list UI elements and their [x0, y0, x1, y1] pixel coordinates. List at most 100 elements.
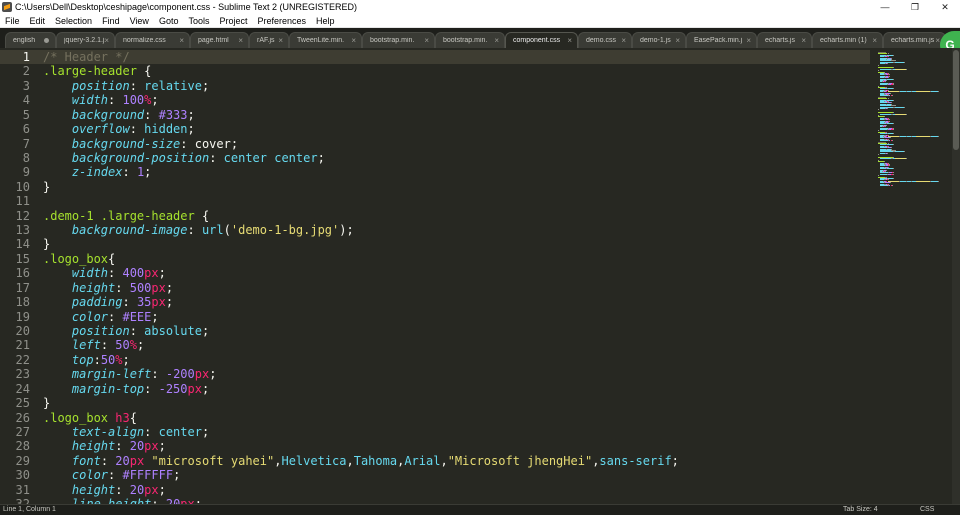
code-line[interactable]: background: #333;	[43, 108, 195, 122]
code-token: ;	[173, 468, 181, 483]
minimap-mark	[894, 151, 904, 153]
window-controls: — ❐ ✕	[870, 0, 960, 14]
vertical-scrollbar[interactable]	[952, 48, 960, 504]
code-line[interactable]: left: 50%;	[43, 338, 144, 352]
tab-1[interactable]: jquery-3.2.1.js ×	[56, 32, 115, 48]
tab-close-icon[interactable]: ×	[104, 36, 109, 45]
menu-item-edit[interactable]: Edit	[25, 16, 51, 26]
menu-item-project[interactable]: Project	[214, 16, 252, 26]
unsaved-dot-icon[interactable]	[44, 38, 49, 43]
code-token: position	[71, 323, 130, 338]
tab-7[interactable]: bootstrap.min. ×	[435, 32, 505, 48]
tab-5[interactable]: TweenLite.min. ×	[289, 32, 362, 48]
menu-item-goto[interactable]: Goto	[154, 16, 184, 26]
code-line[interactable]: margin-left: -200px;	[43, 367, 217, 381]
code-editor[interactable]: 1 2 3 4 5 6 7 8 9 10 11 12 13 14 15 16 17 18 19 20 21 22 23 24 2…	[0, 48, 960, 504]
menu-item-preferences[interactable]: Preferences	[252, 16, 311, 26]
code-token: ;	[187, 107, 195, 122]
menu-item-help[interactable]: Help	[311, 16, 340, 26]
minimap[interactable]	[876, 48, 952, 188]
code-line[interactable]: height: 20px;	[43, 439, 166, 453]
scrollbar-thumb[interactable]	[953, 50, 959, 150]
tab-9[interactable]: demo.css ×	[578, 32, 632, 48]
menu-item-tools[interactable]: Tools	[183, 16, 214, 26]
code-line[interactable]: z-index: 1;	[43, 165, 152, 179]
minimap-mark	[893, 172, 894, 174]
tab-4[interactable]: rAF.js ×	[249, 32, 289, 48]
code-line[interactable]: font: 20px "microsoft yahei",Helvetica,T…	[43, 454, 679, 468]
tab-close-icon[interactable]: ×	[494, 36, 499, 45]
tab-close-icon[interactable]: ×	[801, 36, 806, 45]
code-line[interactable]: top:50%;	[43, 353, 130, 367]
menu-item-view[interactable]: View	[125, 16, 154, 26]
code-line[interactable]: .logo_box h3{	[43, 411, 137, 425]
code-line[interactable]: background-position: center center;	[43, 151, 325, 165]
code-line[interactable]: height: 500px;	[43, 281, 173, 295]
code-line[interactable]: line-height: 20px;	[43, 497, 202, 504]
tab-close-icon[interactable]: ×	[675, 36, 680, 45]
code-line[interactable]: padding: 35px;	[43, 295, 173, 309]
tab-2[interactable]: normalize.css ×	[115, 32, 190, 48]
code-token: :	[100, 453, 116, 468]
tab-close-icon[interactable]: ×	[278, 36, 283, 45]
maximize-icon[interactable]: ❐	[900, 0, 930, 14]
line-number: 1	[22, 50, 30, 64]
tab-close-icon[interactable]: ×	[621, 36, 626, 45]
minimap-mark	[892, 99, 894, 101]
code-line[interactable]: position: absolute;	[43, 324, 209, 338]
tab-14[interactable]: echarts.min.js ×	[883, 32, 946, 48]
tab-close-icon[interactable]: ×	[179, 36, 184, 45]
code-line[interactable]: width: 100%;	[43, 93, 159, 107]
code-line[interactable]: position: relative;	[43, 79, 209, 93]
tab-close-icon[interactable]: ×	[567, 36, 572, 45]
code-token: #EEE	[122, 309, 152, 324]
line-number: 29	[15, 453, 30, 468]
code-line[interactable]: overflow: hidden;	[43, 122, 195, 136]
tab-3[interactable]: page.html ×	[190, 32, 249, 48]
tab-close-icon[interactable]: ×	[238, 36, 243, 45]
tab-close-icon[interactable]: ×	[872, 36, 877, 45]
tab-12[interactable]: echarts.js ×	[757, 32, 812, 48]
tab-11[interactable]: EasePack.min.j ×	[686, 32, 757, 48]
tab-close-icon[interactable]: ×	[351, 36, 356, 45]
code-line[interactable]: margin-top: -250px;	[43, 382, 209, 396]
minimize-icon[interactable]: —	[870, 0, 900, 14]
tab-13[interactable]: echarts.min (1) ×	[812, 32, 883, 48]
tab-close-icon[interactable]: ×	[746, 36, 751, 45]
code-token: .logo_box	[43, 251, 109, 266]
close-icon[interactable]: ✕	[930, 0, 960, 14]
line-number: 23	[15, 367, 30, 382]
code-token: ;	[122, 352, 130, 367]
code-token: #333	[158, 107, 188, 122]
code-line[interactable]: .logo_box{	[43, 252, 115, 266]
code-line[interactable]: background-size: cover;	[43, 137, 238, 151]
code-line[interactable]: /* Header */	[43, 50, 130, 64]
syntax-selector[interactable]: CSS	[920, 505, 934, 515]
code-line[interactable]: text-align: center;	[43, 425, 209, 439]
code-line[interactable]: height: 20px;	[43, 483, 166, 497]
tab-6[interactable]: bootstrap.min. ×	[362, 32, 435, 48]
tab-10[interactable]: demo-1.js ×	[632, 32, 686, 48]
code-line[interactable]: }	[43, 180, 50, 194]
minimap-mark	[895, 113, 906, 115]
menu-item-file[interactable]: File	[0, 16, 25, 26]
code-line[interactable]: }	[43, 237, 50, 251]
code-line[interactable]: color: #FFFFFF;	[43, 468, 180, 482]
menu-item-find[interactable]: Find	[97, 16, 125, 26]
code-token: line-height	[72, 497, 151, 504]
code-line[interactable]: color: #EEE;	[43, 310, 159, 324]
code-line[interactable]: background-image: url('demo-1-bg.jpg');	[43, 223, 354, 237]
code-line[interactable]: .demo-1 .large-header {	[43, 209, 209, 223]
code-line[interactable]: .large-header {	[43, 64, 151, 78]
minimap-mark	[880, 173, 887, 175]
code-token: :	[115, 280, 130, 295]
tab-size-selector[interactable]: Tab Size: 4	[843, 505, 878, 515]
menu-item-selection[interactable]: Selection	[50, 16, 97, 26]
tab-8[interactable]: component.css ×	[505, 32, 578, 48]
tab-0[interactable]: english	[5, 32, 56, 48]
code-line[interactable]: }	[43, 396, 50, 410]
code-line[interactable]: width: 400px;	[43, 266, 166, 280]
tab-close-icon[interactable]: ×	[424, 36, 429, 45]
